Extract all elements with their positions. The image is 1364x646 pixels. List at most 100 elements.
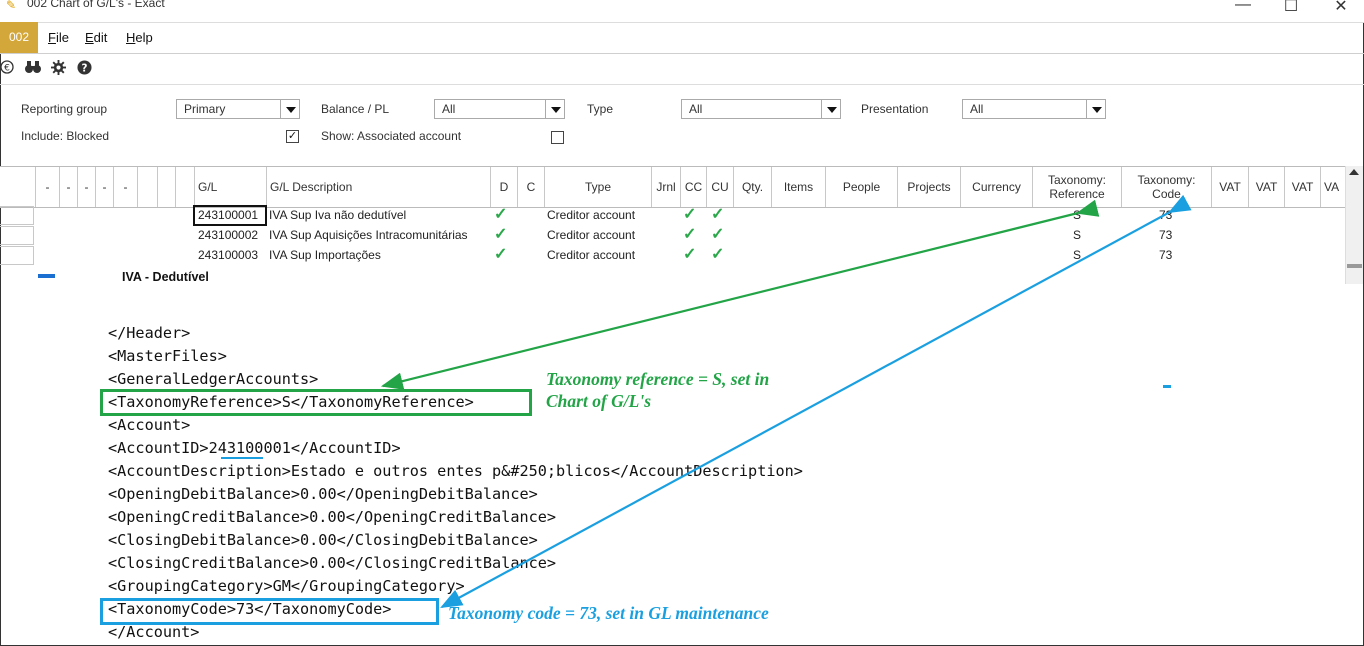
col-vat-3[interactable]: VAT [1284,167,1320,207]
toolbar: € ? [0,54,1364,85]
xml-line: <OpeningDebitBalance>0.00</OpeningDebitB… [108,485,538,503]
col-marker-1[interactable]: - [35,167,59,207]
stray-mark [1163,385,1171,388]
grid-header: - - - - - G/L G/L Description D C Type J… [0,166,1345,208]
include-blocked-checkbox[interactable]: ✓ [286,130,299,143]
xml-line: <Account> [108,416,191,434]
reporting-group-select[interactable]: Primary [176,99,300,119]
scroll-up-icon[interactable] [1349,169,1359,175]
row-header[interactable] [0,226,34,245]
col-marker-5[interactable]: - [113,167,137,207]
balance-pl-label: Balance / PL [321,102,390,116]
table-row[interactable]: 243100001 IVA Sup Iva não dedutível ✓ Cr… [0,205,1345,226]
col-vat-2[interactable]: VAT [1248,167,1284,207]
presentation-label: Presentation [861,102,929,116]
company-code-badge[interactable]: 002 [0,22,38,53]
gl-type[interactable]: Creditor account [547,248,635,262]
col-projects[interactable]: Projects [897,167,960,207]
menu-bar: 002 File Edit Help [0,22,1364,54]
cost-unit-check-icon: ✓ [711,226,725,243]
table-row[interactable]: 243100002 IVA Sup Aquisições Intracomuni… [0,226,1345,246]
xml-line: <MasterFiles> [108,347,227,365]
row-header[interactable] [0,246,34,265]
gl-number[interactable]: 243100003 [198,248,258,262]
balance-pl-select[interactable]: All [434,99,565,119]
gl-description[interactable]: IVA Sup Iva não dedutível [269,208,406,222]
chevron-down-icon[interactable] [821,100,840,118]
col-journal[interactable]: Jrnl [651,167,680,207]
gl-description[interactable]: IVA Sup Aquisições Intracomunitárias [269,228,468,242]
col-quantity[interactable]: Qty. [733,167,771,207]
col-marker-2[interactable]: - [59,167,77,207]
taxonomy-reference[interactable]: S [1073,208,1081,222]
col-marker-4[interactable]: - [95,167,113,207]
chevron-down-icon[interactable] [1086,100,1105,118]
close-button[interactable]: ✕ [1326,0,1356,16]
col-taxonomy-reference[interactable]: Taxonomy: Reference [1032,167,1121,207]
col-cost-center[interactable]: CC [680,167,706,207]
col-cost-unit[interactable]: CU [706,167,733,207]
gl-type[interactable]: Creditor account [547,228,635,242]
xml-line: <ClosingDebitBalance>0.00</ClosingDebitB… [108,531,538,549]
menu-edit[interactable]: Edit [85,30,107,45]
col-blank-1[interactable] [137,167,157,207]
gl-description[interactable]: IVA Sup Importações [269,248,381,262]
row-header[interactable] [0,206,34,225]
include-blocked-label: Include: Blocked [21,129,110,143]
col-people[interactable]: People [825,167,897,207]
type-label: Type [587,102,614,116]
menu-help[interactable]: Help [126,30,153,45]
col-gl-description[interactable]: G/L Description [266,167,490,207]
chevron-down-icon[interactable] [545,100,564,118]
cost-unit-check-icon: ✓ [711,246,725,263]
show-associated-label: Show: Associated account [321,129,462,143]
cost-center-check-icon: ✓ [683,206,697,223]
col-currency[interactable]: Currency [960,167,1032,207]
col-credit[interactable]: C [517,167,544,207]
col-type[interactable]: Type [544,167,651,207]
gl-type[interactable]: Creditor account [547,208,635,222]
gl-number[interactable]: 243100001 [198,208,258,222]
table-row[interactable]: 243100003 IVA Sup Importações ✓ Creditor… [0,246,1345,266]
chevron-down-icon[interactable] [280,100,299,118]
col-blank-3[interactable] [175,167,194,207]
debit-check-icon: ✓ [494,246,508,263]
euro-icon[interactable]: € [0,60,16,78]
taxonomy-code[interactable]: 73 [1159,228,1172,242]
type-select[interactable]: All [681,99,841,119]
col-blank-2[interactable] [157,167,175,207]
col-taxonomy-code[interactable]: Taxonomy: Code [1121,167,1211,207]
show-associated-checkbox[interactable] [551,131,564,144]
col-vat-1[interactable]: VAT [1211,167,1248,207]
col-gl[interactable]: G/L [194,167,266,207]
col-debit[interactable]: D [490,167,517,207]
col-vat-4[interactable]: VA [1320,167,1345,207]
cost-center-check-icon: ✓ [683,246,697,263]
maximize-button[interactable]: ☐ [1276,0,1306,16]
binoculars-icon[interactable] [24,60,42,78]
col-marker-3[interactable]: - [77,167,95,207]
minimize-button[interactable]: — [1228,0,1258,14]
cost-center-check-icon: ✓ [683,226,697,243]
menu-file[interactable]: File [48,30,69,45]
window-title: 002 Chart of G/L's - Exact [27,0,165,10]
help-icon[interactable]: ? [75,60,93,79]
scroll-thumb[interactable] [1347,264,1362,268]
gear-icon[interactable] [49,60,67,79]
col-items[interactable]: Items [771,167,825,207]
vertical-scrollbar[interactable] [1345,166,1363,284]
taxonomy-reference[interactable]: S [1073,228,1081,242]
presentation-select[interactable]: All [962,99,1106,119]
taxonomy-code-highlight [100,598,439,625]
taxonomy-code[interactable]: 73 [1159,248,1172,262]
gl-number[interactable]: 243100002 [198,228,258,242]
title-bar: ✎ 002 Chart of G/L's - Exact — ☐ ✕ [0,0,1364,23]
xml-line: </Header> [108,324,191,342]
xml-line: <OpeningCreditBalance>0.00</OpeningCredi… [108,508,557,526]
svg-text:?: ? [81,62,87,74]
taxonomy-reference[interactable]: S [1073,248,1081,262]
group-collapse-marker[interactable] [38,274,55,278]
xml-line: <GroupingCategory>GM</GroupingCategory> [108,577,465,595]
svg-text:€: € [4,64,10,74]
taxonomy-code[interactable]: 73 [1159,208,1172,222]
